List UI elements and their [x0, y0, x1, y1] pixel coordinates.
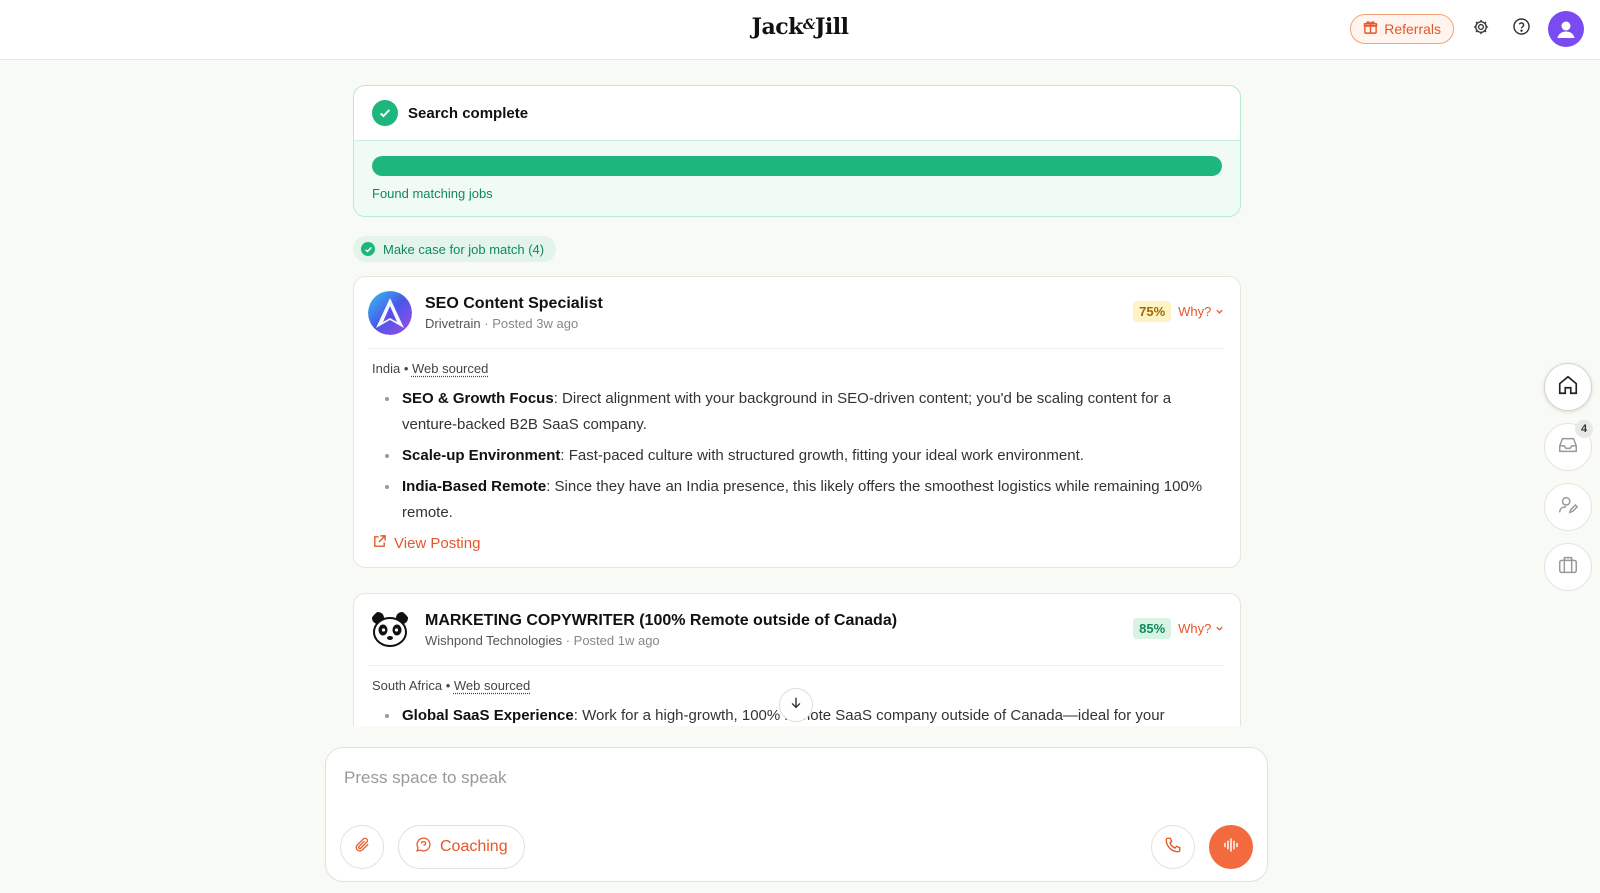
nav-jobs[interactable] [1544, 543, 1592, 591]
wishpond-panda-logo [368, 608, 412, 652]
job-title[interactable]: MARKETING COPYWRITER (100% Remote outsid… [425, 612, 897, 630]
inbox-icon [1557, 434, 1579, 461]
list-item: Scale-up Environment: Fast-paced culture… [382, 443, 1224, 469]
job-company-line: Wishpond Technologies · Posted 1w ago [425, 633, 897, 648]
paperclip-icon [354, 836, 371, 858]
job-card-header: MARKETING COPYWRITER (100% Remote outsid… [368, 608, 1224, 666]
briefcase-icon [1557, 554, 1579, 581]
right-nav-rail: 4 [1544, 363, 1593, 591]
tool-step-chip[interactable]: Make case for job match (4) [353, 236, 557, 262]
reason-text: : Work for a high-growth, 100% remote Sa… [573, 707, 1165, 724]
reason-heading: Global SaaS Experience [402, 707, 574, 724]
settings-button[interactable] [1468, 16, 1494, 42]
logo-text-jack: Jack [751, 14, 804, 40]
why-dropdown[interactable]: Why? [1178, 304, 1224, 319]
chevron-down-icon [1215, 304, 1224, 319]
header-actions: Referrals [1350, 11, 1584, 47]
match-score: 75% Why? [1133, 301, 1224, 322]
search-status-header: Search complete [354, 86, 1240, 141]
user-avatar[interactable] [1548, 11, 1584, 47]
job-posted: · Posted 1w ago [565, 633, 660, 648]
reason-heading: Scale-up Environment [402, 447, 561, 464]
user-edit-icon [1557, 494, 1579, 521]
help-icon [1512, 17, 1531, 41]
message-input[interactable] [344, 768, 944, 788]
job-card: SEO Content Specialist Drivetrain · Post… [353, 276, 1241, 568]
job-title[interactable]: SEO Content Specialist [425, 295, 603, 313]
search-progress-bar [372, 156, 1222, 176]
check-icon [361, 242, 375, 256]
gift-icon [1363, 20, 1378, 38]
why-dropdown[interactable]: Why? [1178, 621, 1224, 636]
help-button[interactable] [1508, 16, 1534, 42]
top-header: Jack&Jill Referrals [0, 0, 1600, 60]
gear-icon [1472, 18, 1490, 41]
search-progress-text: Found matching jobs [372, 186, 493, 201]
job-company: Drivetrain [425, 316, 481, 331]
phone-icon [1164, 836, 1182, 859]
list-item: SEO & Growth Focus: Direct alignment wit… [382, 386, 1224, 438]
chat-bubble-icon [415, 836, 432, 858]
attach-button[interactable] [340, 825, 384, 869]
logo-ampersand: & [802, 17, 816, 33]
tool-step-label: Make case for job match (4) [383, 241, 545, 257]
referrals-label: Referrals [1384, 21, 1441, 37]
why-label: Why? [1178, 304, 1212, 319]
search-status-card: Search complete Found matching jobs [353, 85, 1241, 217]
reason-heading: India-Based Remote [402, 478, 547, 495]
job-company: Wishpond Technologies [425, 633, 563, 648]
job-posted: · Posted 3w ago [484, 316, 579, 331]
message-composer: Coaching [325, 747, 1268, 882]
match-percent-badge: 75% [1133, 301, 1172, 322]
job-location: South Africa [372, 678, 443, 693]
coaching-label: Coaching [440, 838, 508, 855]
chat-column: Search complete Found matching jobs Make… [353, 85, 1241, 568]
job-location: India [372, 361, 401, 376]
match-score: 85% Why? [1133, 618, 1224, 639]
drivetrain-logo [368, 291, 412, 335]
match-percent-badge: 85% [1133, 618, 1172, 639]
nav-inbox[interactable]: 4 [1544, 420, 1593, 471]
reason-heading: SEO & Growth Focus [402, 390, 554, 407]
job-card-header: SEO Content Specialist Drivetrain · Post… [368, 291, 1224, 349]
chevron-down-icon [1215, 621, 1224, 636]
external-link-icon [372, 534, 387, 553]
logo-text-jill: Jill [814, 14, 849, 40]
call-button[interactable] [1151, 825, 1195, 869]
check-circle-icon [372, 100, 398, 126]
scroll-to-bottom-button[interactable] [779, 688, 813, 722]
voice-mode-button[interactable] [1209, 825, 1253, 869]
nav-home[interactable] [1544, 363, 1592, 411]
job-match-reasons: SEO & Growth Focus: Direct alignment wit… [382, 386, 1224, 526]
inbox-count-badge: 4 [1575, 420, 1593, 438]
home-icon [1557, 374, 1579, 401]
view-posting-label: View Posting [394, 535, 481, 552]
referrals-button[interactable]: Referrals [1350, 14, 1454, 44]
list-item: India-Based Remote: Since they have an I… [382, 474, 1224, 526]
view-posting-link[interactable]: View Posting [372, 534, 1224, 553]
arrow-down-icon [789, 696, 803, 715]
job-meta: India • Web sourced [372, 361, 489, 376]
audio-wave-icon [1222, 836, 1240, 859]
search-progress-fill [372, 156, 1222, 176]
job-source[interactable]: Web sourced [412, 361, 488, 376]
nav-profile[interactable] [1544, 483, 1592, 531]
coaching-button[interactable]: Coaching [398, 825, 525, 869]
why-label: Why? [1178, 621, 1212, 636]
search-status-title: Search complete [408, 104, 529, 122]
job-source[interactable]: Web sourced [454, 678, 530, 693]
job-company-line: Drivetrain · Posted 3w ago [425, 316, 603, 331]
reason-text: : Fast-paced culture with structured gro… [560, 447, 1084, 464]
